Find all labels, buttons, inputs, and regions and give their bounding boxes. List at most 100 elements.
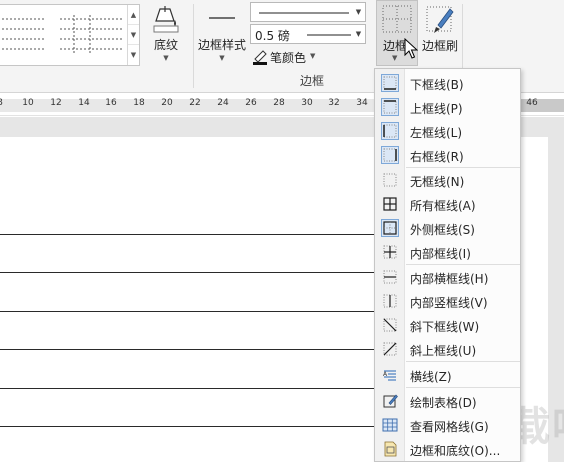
menu-item-diagonal-down-border[interactable]: 斜下框线(W) xyxy=(375,313,520,337)
menu-item-no-border[interactable]: 无框线(N) xyxy=(375,168,520,192)
menu-item-label: 左框线(L) xyxy=(410,126,463,140)
ruler-tick: 24 xyxy=(217,98,229,108)
border-line-icon xyxy=(209,17,235,19)
menu-item-label: 斜下框线(W) xyxy=(410,320,480,334)
menu-item-label: 无框线(N) xyxy=(410,175,465,189)
menu-item-label: 横线(Z) xyxy=(410,370,452,384)
border-styles-button[interactable]: 边框样式 ▼ xyxy=(197,10,247,63)
menu-item-inside-horizontal-border[interactable]: 内部横框线(H) xyxy=(375,265,520,289)
ruler-tick: 18 xyxy=(133,98,145,108)
all-borders-icon xyxy=(383,197,397,211)
menu-item-bottom-border[interactable]: 下框线(B) xyxy=(375,71,520,95)
chevron-down-icon: ▼ xyxy=(355,30,362,38)
shading-button[interactable]: 底纹 ▼ xyxy=(146,4,186,63)
menu-item-label: 内部横框线(H) xyxy=(410,272,489,286)
chevron-down-icon: ▼ xyxy=(163,54,169,62)
borders-dropdown-menu: 下框线(B) 上框线(P) 左框线(L) 右框线(R) 无框线(N) 所有框线(… xyxy=(374,68,521,462)
line-style-preview xyxy=(259,12,349,14)
inside-borders-icon xyxy=(383,245,397,259)
border-painter-icon xyxy=(426,6,454,33)
bottom-border-icon xyxy=(381,74,399,92)
ruler-tick: 32 xyxy=(328,98,340,108)
menu-item-label: 查看网格线(G) xyxy=(410,420,489,434)
inside-vertical-border-icon xyxy=(383,294,397,308)
ruler-tick: 26 xyxy=(245,98,257,108)
table-style-gallery: ▲ ▼ ▼ xyxy=(0,4,140,66)
menu-item-label: 右框线(R) xyxy=(410,150,464,164)
menu-item-left-border[interactable]: 左框线(L) xyxy=(375,119,520,143)
ruler-tick: 14 xyxy=(78,98,90,108)
ruler-tick: 28 xyxy=(273,98,285,108)
diagonal-down-border-icon xyxy=(383,318,397,332)
table-border-line xyxy=(0,311,378,312)
menu-item-horizontal-line[interactable]: A 横线(Z) xyxy=(375,363,520,387)
menu-item-inside-vertical-border[interactable]: 内部竖框线(V) xyxy=(375,289,520,313)
table-style-preview-1[interactable] xyxy=(2,13,46,55)
draw-table-icon xyxy=(383,394,398,408)
ruler-tick: 34 xyxy=(356,98,368,108)
ruler-tick: 46 xyxy=(526,98,538,108)
shading-label: 底纹 xyxy=(153,38,178,52)
inside-horizontal-border-icon xyxy=(383,270,397,284)
no-border-icon xyxy=(383,173,397,187)
menu-item-right-border[interactable]: 右框线(R) xyxy=(375,143,520,167)
diagonal-up-border-icon xyxy=(383,342,397,356)
menu-item-top-border[interactable]: 上框线(P) xyxy=(375,95,520,119)
ruler-tick: 22 xyxy=(189,98,201,108)
menu-item-label: 边框和底纹(O)... xyxy=(410,444,501,458)
ruler-tick: 8 xyxy=(0,98,3,108)
line-style-combo[interactable]: ▼ xyxy=(250,2,366,22)
ruler-tick: 30 xyxy=(301,98,313,108)
gallery-more-icon[interactable]: ▼ xyxy=(128,45,139,65)
menu-item-outside-borders[interactable]: 外侧框线(S) xyxy=(375,216,520,240)
menu-item-label: 绘制表格(D) xyxy=(410,396,477,410)
menu-separator xyxy=(406,387,520,388)
table-border-line xyxy=(0,234,378,235)
menu-item-label: 斜上框线(U) xyxy=(410,344,477,358)
border-styles-label: 边框样式 xyxy=(197,38,246,52)
menu-item-borders-and-shading[interactable]: 边框和底纹(O)... xyxy=(375,437,520,461)
menu-item-label: 下框线(B) xyxy=(410,78,464,92)
menu-item-inside-borders[interactable]: 内部框线(I) xyxy=(375,240,520,264)
paint-bucket-icon xyxy=(153,6,179,33)
borders-icon xyxy=(382,5,412,33)
group-separator xyxy=(193,4,194,88)
chevron-down-icon: ▼ xyxy=(310,52,316,60)
borders-group-label: 边框 xyxy=(300,74,325,88)
pen-weight-preview xyxy=(307,34,351,36)
menu-item-label: 内部框线(I) xyxy=(410,247,471,261)
menu-item-label: 上框线(P) xyxy=(410,102,463,116)
ruler-tick: 20 xyxy=(161,98,173,108)
outside-borders-icon xyxy=(381,219,399,237)
menu-separator xyxy=(406,361,520,362)
chevron-down-icon: ▼ xyxy=(219,54,225,62)
menu-item-label: 所有框线(A) xyxy=(410,199,476,213)
menu-item-draw-table[interactable]: 绘制表格(D) xyxy=(375,389,520,413)
table-border-line xyxy=(0,426,378,427)
border-painter-button[interactable]: 边框刷 xyxy=(420,3,460,54)
pen-icon xyxy=(253,50,267,65)
gallery-up-icon[interactable]: ▲ xyxy=(128,5,139,25)
table-border-line xyxy=(0,349,378,350)
left-border-icon xyxy=(381,122,399,140)
right-border-icon xyxy=(381,146,399,164)
pen-weight-combo[interactable]: 0.5 磅 ▼ xyxy=(250,24,366,44)
menu-item-diagonal-up-border[interactable]: 斜上框线(U) xyxy=(375,337,520,361)
pen-weight-value: 0.5 磅 xyxy=(255,29,290,43)
ruler-tick: 16 xyxy=(105,98,117,108)
table-style-preview-2[interactable] xyxy=(60,13,122,55)
menu-item-all-borders[interactable]: 所有框线(A) xyxy=(375,192,520,216)
gallery-down-icon[interactable]: ▼ xyxy=(128,25,139,45)
gallery-scroll[interactable]: ▲ ▼ ▼ xyxy=(127,5,139,65)
ruler-tick: 12 xyxy=(50,98,62,108)
table-border-line xyxy=(0,272,378,273)
view-gridlines-icon xyxy=(382,418,398,432)
ruler-tick: 10 xyxy=(22,98,34,108)
chevron-down-icon: ▼ xyxy=(392,54,398,62)
pen-color-label: 笔颜色 xyxy=(270,51,307,65)
menu-item-view-gridlines[interactable]: 查看网格线(G) xyxy=(375,413,520,437)
top-border-icon xyxy=(381,98,399,116)
menu-item-label: 外侧框线(S) xyxy=(410,223,475,237)
mouse-cursor-icon xyxy=(404,38,418,59)
chevron-down-icon: ▼ xyxy=(355,8,362,16)
